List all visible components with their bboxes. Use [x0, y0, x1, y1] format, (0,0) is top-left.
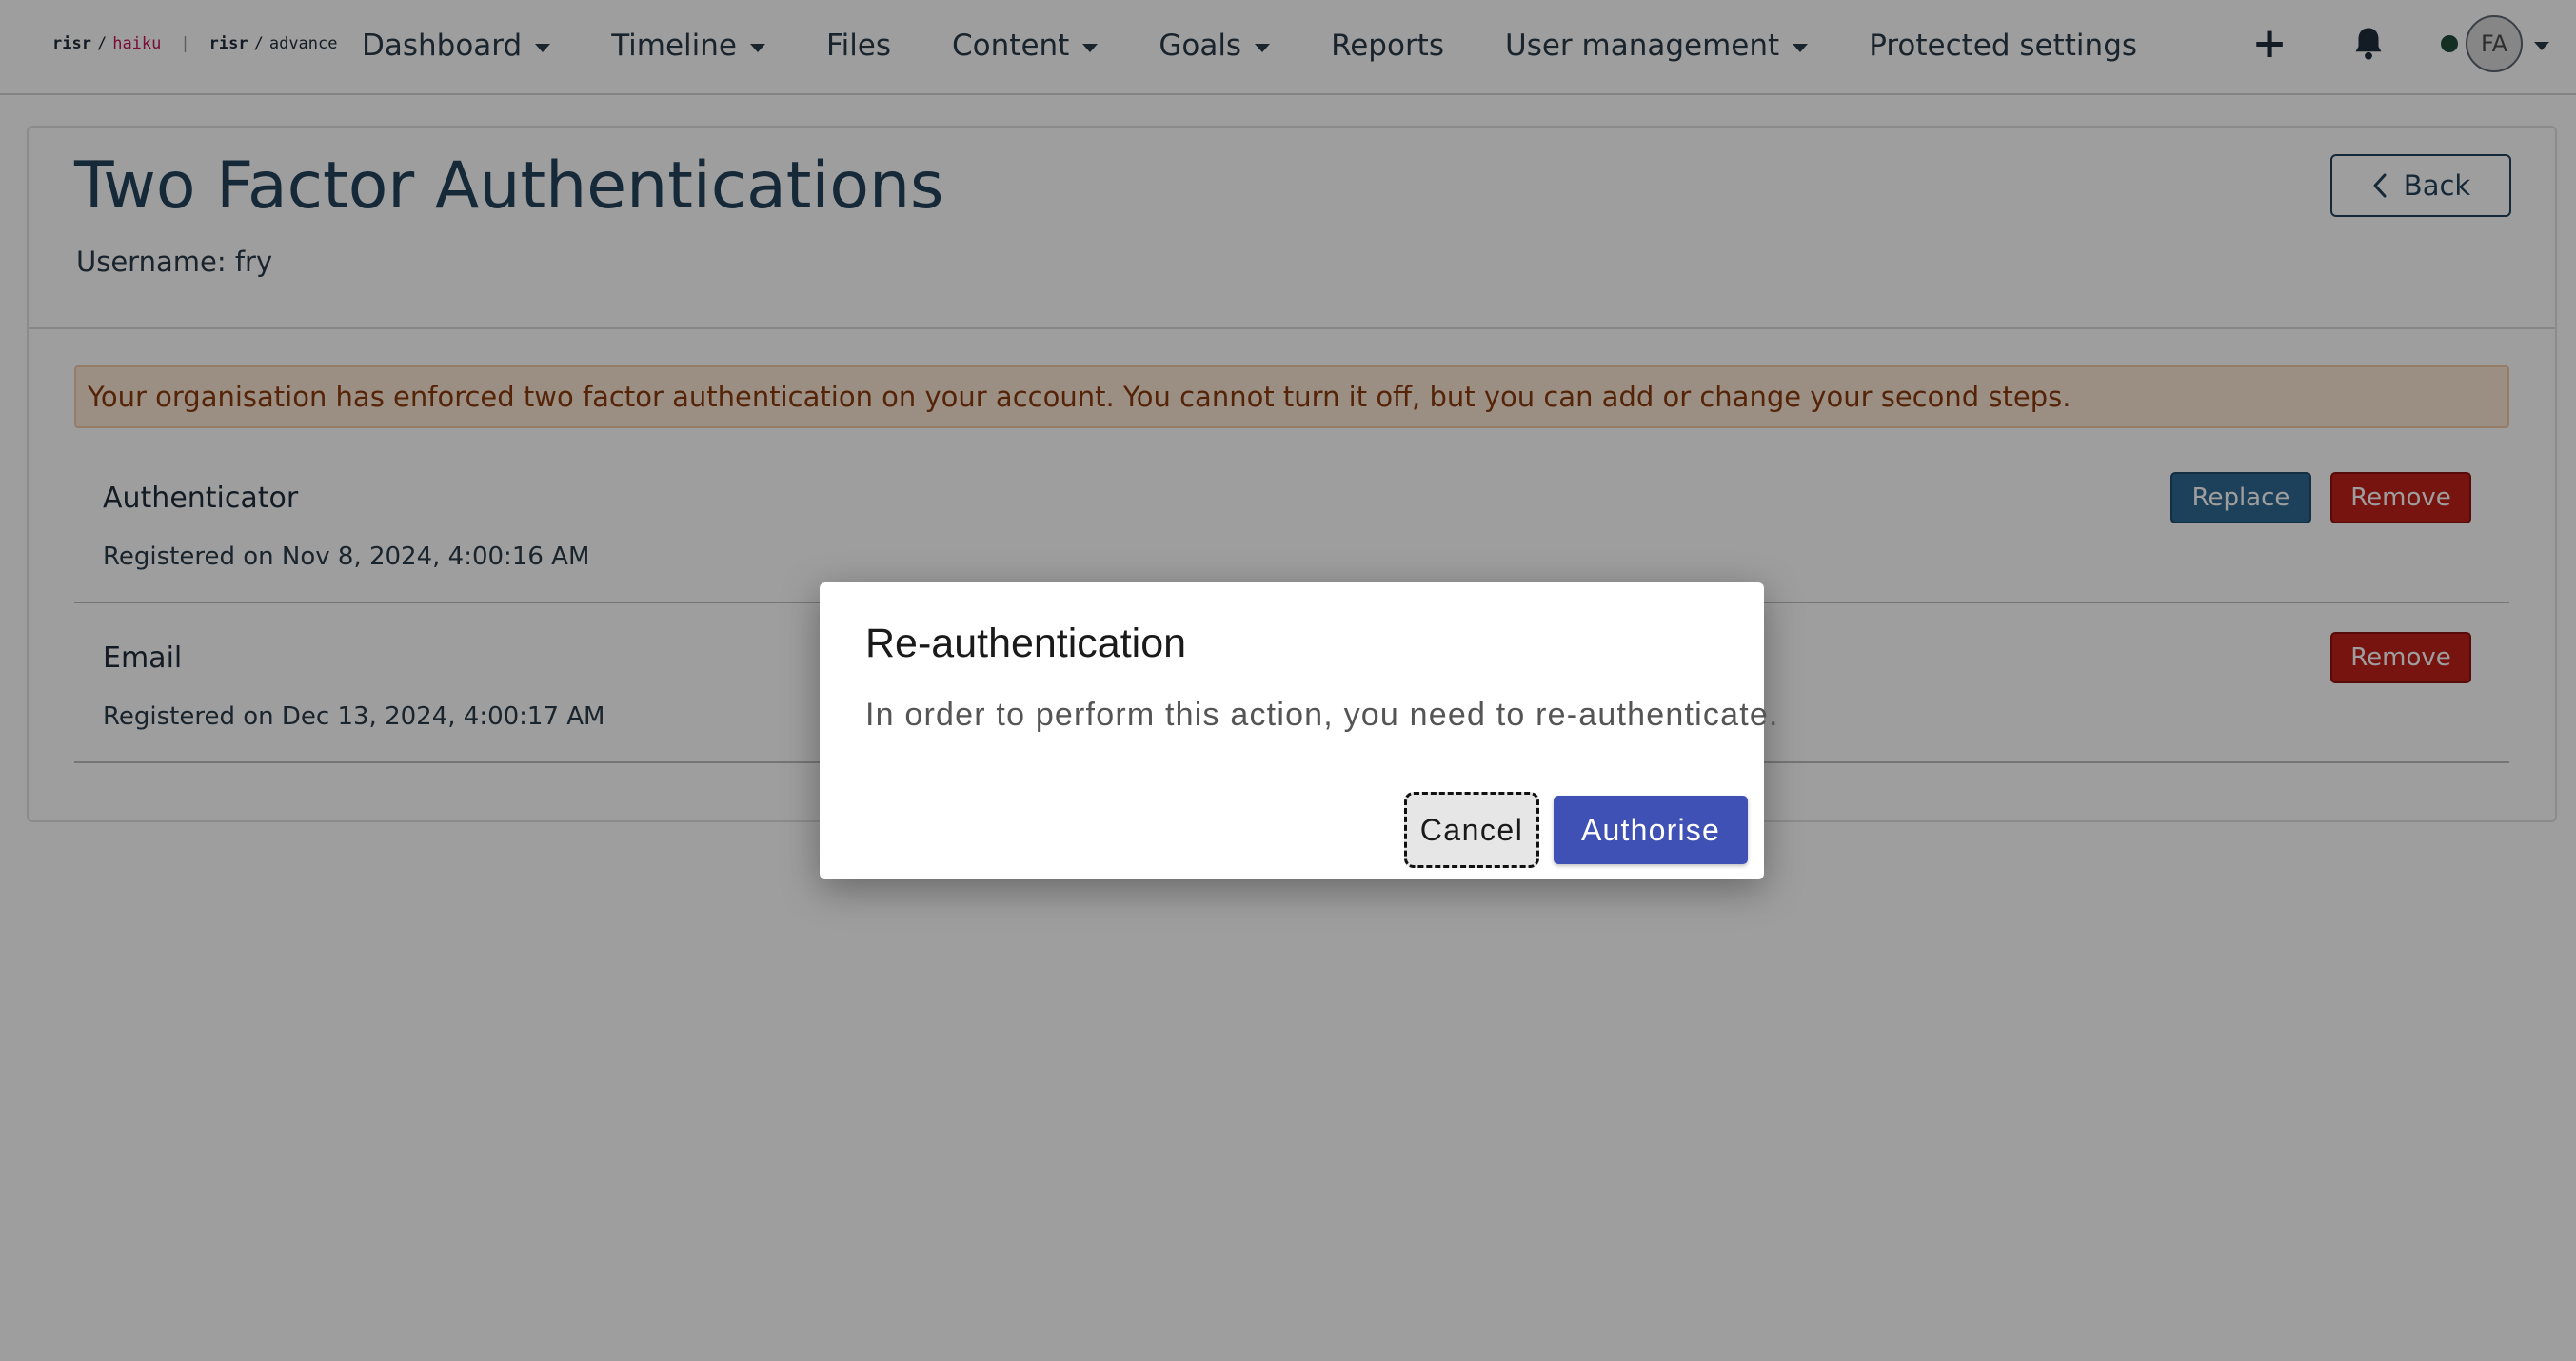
cancel-button[interactable]: Cancel: [1404, 792, 1539, 868]
dialog-message: In order to perform this action, you nee…: [865, 697, 1779, 733]
reauthentication-dialog: Re-authentication In order to perform th…: [820, 582, 1777, 879]
cancel-button-label: Cancel: [1419, 812, 1524, 847]
authorise-button[interactable]: Authorise: [1554, 796, 1748, 864]
dialog-title: Re-authentication: [865, 621, 1187, 666]
authorise-button-label: Authorise: [1581, 812, 1720, 847]
